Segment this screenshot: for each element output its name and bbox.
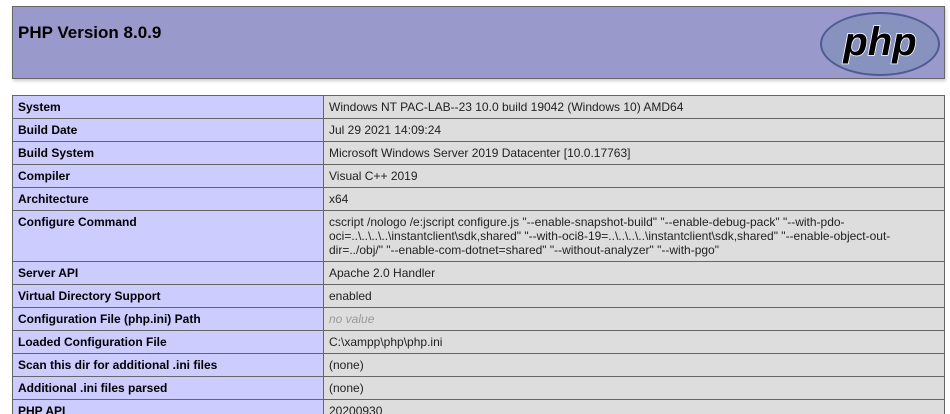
- row-value: Windows NT PAC-LAB--23 10.0 build 19042 …: [323, 95, 945, 119]
- row-label: Configure Command: [12, 210, 324, 262]
- php-info-table: System Windows NT PAC-LAB--23 10.0 build…: [12, 95, 945, 414]
- table-row: Configuration File (php.ini) Path no val…: [12, 307, 945, 331]
- row-label: Architecture: [12, 187, 324, 211]
- row-label: Additional .ini files parsed: [12, 376, 324, 400]
- row-label: Compiler: [12, 164, 324, 188]
- row-label: Virtual Directory Support: [12, 284, 324, 308]
- table-row: Loaded Configuration File C:\xampp\php\p…: [12, 330, 945, 354]
- table-row: Build System Microsoft Windows Server 20…: [12, 141, 945, 165]
- table-row: PHP API 20200930: [12, 399, 945, 414]
- row-value: cscript /nologo /e:jscript configure.js …: [323, 210, 945, 262]
- page-title: PHP Version 8.0.9: [18, 23, 162, 42]
- row-value: (none): [323, 353, 945, 377]
- row-value: enabled: [323, 284, 945, 308]
- table-row: Additional .ini files parsed (none): [12, 376, 945, 400]
- row-value: C:\xampp\php\php.ini: [323, 330, 945, 354]
- table-row: Virtual Directory Support enabled: [12, 284, 945, 308]
- table-row: Build Date Jul 29 2021 14:09:24: [12, 118, 945, 142]
- row-value: Jul 29 2021 14:09:24: [323, 118, 945, 142]
- row-label: Server API: [12, 261, 324, 285]
- row-value: x64: [323, 187, 945, 211]
- row-label: System: [12, 95, 324, 119]
- php-logo-text: php: [842, 20, 916, 64]
- table-row: Server API Apache 2.0 Handler: [12, 261, 945, 285]
- row-value: 20200930: [323, 399, 945, 414]
- php-logo[interactable]: php: [818, 10, 942, 78]
- row-label: Scan this dir for additional .ini files: [12, 353, 324, 377]
- table-row: Configure Command cscript /nologo /e:jsc…: [12, 210, 945, 262]
- row-value: no value: [323, 307, 945, 331]
- row-value: Visual C++ 2019: [323, 164, 945, 188]
- row-value: Apache 2.0 Handler: [323, 261, 945, 285]
- row-label: Configuration File (php.ini) Path: [12, 307, 324, 331]
- table-row: Scan this dir for additional .ini files …: [12, 353, 945, 377]
- row-label: PHP API: [12, 399, 324, 414]
- row-value: (none): [323, 376, 945, 400]
- table-row: System Windows NT PAC-LAB--23 10.0 build…: [12, 95, 945, 119]
- row-value: Microsoft Windows Server 2019 Datacenter…: [323, 141, 945, 165]
- table-row: Compiler Visual C++ 2019: [12, 164, 945, 188]
- row-label: Build System: [12, 141, 324, 165]
- row-label: Loaded Configuration File: [12, 330, 324, 354]
- phpinfo-page: PHP Version 8.0.9 php System Windows NT …: [0, 0, 950, 414]
- version-header: PHP Version 8.0.9 php: [12, 6, 945, 79]
- row-label: Build Date: [12, 118, 324, 142]
- table-row: Architecture x64: [12, 187, 945, 211]
